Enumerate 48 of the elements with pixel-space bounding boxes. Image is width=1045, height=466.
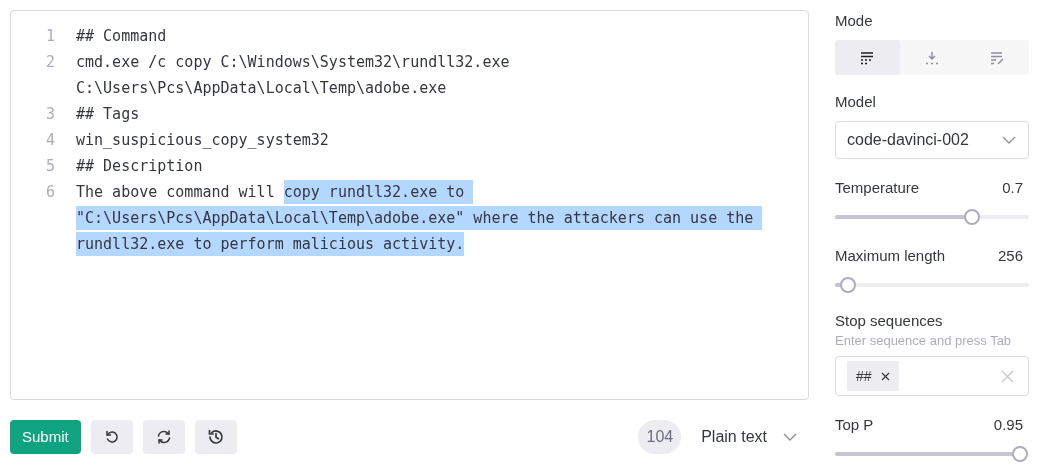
code-text: ## Tags: [76, 105, 140, 123]
stop-sequences-label: Stop sequences: [835, 312, 944, 330]
selected-text: rundll32.exe to perform malicious activity.: [76, 232, 465, 256]
sequence-chip[interactable]: ##: [847, 361, 899, 391]
syntax-dropdown[interactable]: Plain text: [691, 419, 809, 454]
line-number: 1: [44, 26, 56, 47]
token-count: 104: [638, 419, 682, 454]
line-number: 6: [44, 182, 56, 203]
slider-label: Temperature: [835, 179, 920, 197]
code-text: win_suspicious_copy_system32: [76, 131, 329, 149]
complete-mode-button[interactable]: [835, 40, 900, 75]
slider-thumb[interactable]: [839, 277, 856, 293]
code-text: C:\Users\Pcs\AppData\Local\Temp\adobe.exe: [76, 79, 447, 97]
slider-thumb[interactable]: [1012, 446, 1029, 462]
slider-thumb[interactable]: [963, 209, 980, 225]
remove-icon[interactable]: [880, 371, 890, 381]
chevron-down-icon: [783, 432, 797, 441]
history-icon: [206, 427, 225, 446]
line-number: 3: [44, 104, 56, 125]
undo-button[interactable]: [90, 419, 133, 454]
slider-label: Top P: [835, 416, 874, 434]
slider-value: 256: [997, 247, 1023, 265]
lines-icon: [859, 50, 876, 65]
down-arrow-icon: [924, 50, 940, 65]
slider-value: 0.95: [993, 416, 1023, 434]
model-select[interactable]: code-davinci-002: [835, 121, 1029, 159]
chevron-down-icon: [1002, 136, 1016, 144]
stop-sequences-field[interactable]: ##: [835, 356, 1029, 396]
code-text: cmd.exe /c copy C:\Windows\System32\rundll32.exe: [76, 53, 510, 71]
refresh-icon: [155, 428, 172, 445]
history-button[interactable]: [194, 419, 237, 454]
line-number: 4: [44, 130, 56, 151]
code-text: The above command will: [76, 183, 276, 201]
code-text: ## Description: [76, 157, 203, 175]
selected-text: "C:\Users\Pcs\AppData\Local\Temp\adobe.exe" where the attackers can use the: [76, 206, 763, 230]
stop-sequences-hint: Enter sequence and press Tab: [835, 333, 1013, 348]
edit-icon: [988, 50, 1005, 65]
code-text: ## Command: [76, 27, 167, 45]
undo-icon: [103, 428, 120, 445]
slider-label: Maximum length: [835, 247, 946, 265]
regenerate-button[interactable]: [142, 419, 185, 454]
line-number: 2: [44, 52, 56, 73]
line-number: 5: [44, 156, 56, 177]
selected-text: copy rundll32.exe to: [283, 180, 474, 204]
mode-label: Mode: [835, 12, 874, 30]
editor-panel[interactable]: [10, 10, 809, 400]
model-label: Model: [835, 93, 877, 111]
slider-value: 0.7: [1002, 179, 1023, 197]
